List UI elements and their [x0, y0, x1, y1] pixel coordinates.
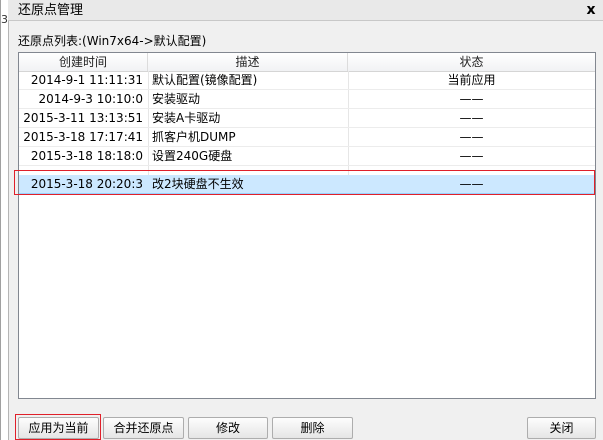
cell-time: 2014-9-3 10:10:0: [38, 92, 143, 106]
cell-description: 抓客户机DUMP: [152, 130, 236, 144]
column-header-status[interactable]: 状态: [348, 53, 595, 71]
cell-status: ——: [459, 130, 484, 144]
close-icon[interactable]: x: [582, 1, 600, 19]
cell-description: 安装A卡驱动: [152, 111, 221, 125]
cell-description: 改2块硬盘不生效: [152, 177, 244, 191]
cell-status: ——: [459, 149, 484, 163]
cell-description: 设置240G硬盘: [152, 149, 233, 163]
edge-mark: 3: [1, 13, 8, 26]
left-window-edge: 3: [1, 0, 9, 440]
restore-point-list[interactable]: 创建时间 描述 状态 2014-9-1 11:11:31 默认配置(镜像配置) …: [18, 52, 596, 399]
apply-as-current-button[interactable]: 应用为当前: [18, 417, 99, 439]
cell-time: 2015-3-18 17:17:41: [23, 130, 143, 144]
list-caption: 还原点列表:(Win7x64->默认配置): [18, 34, 207, 48]
merge-restore-points-button[interactable]: 合并还原点: [103, 417, 184, 439]
table-row[interactable]: 2015-3-18 18:18:0 设置240G硬盘 ——: [19, 147, 595, 166]
table-row[interactable]: 2015-3-11 13:13:51 安装A卡驱动 ——: [19, 109, 595, 128]
list-header: 创建时间 描述 状态: [19, 53, 595, 72]
delete-button[interactable]: 删除: [272, 417, 353, 439]
table-row[interactable]: 2014-9-3 10:10:0 安装驱动 ——: [19, 90, 595, 109]
cell-description: 安装驱动: [152, 92, 201, 106]
title-bar[interactable]: 还原点管理 x: [8, 0, 603, 21]
cell-status: 当前应用: [447, 73, 496, 87]
cell-status: ——: [459, 92, 484, 106]
restore-point-dialog: 3 还原点管理 x 还原点列表:(Win7x64->默认配置) 创建时间 描述 …: [0, 0, 603, 440]
cell-time: 2015-3-11 13:13:51: [23, 111, 143, 125]
cell-time: 2015-3-18 18:18:0: [30, 149, 143, 163]
column-header-time[interactable]: 创建时间: [19, 53, 148, 71]
column-header-description[interactable]: 描述: [148, 53, 348, 71]
edit-button[interactable]: 修改: [188, 417, 268, 439]
cell-time: 2014-9-1 11:11:31: [30, 73, 143, 87]
cell-time: 2015-3-18 20:20:3: [30, 177, 143, 191]
table-row[interactable]: 2015-3-18 17:17:41 抓客户机DUMP ——: [19, 128, 595, 147]
cell-description: 默认配置(镜像配置): [152, 73, 258, 87]
close-button[interactable]: 关闭: [527, 417, 596, 439]
table-row-selected[interactable]: 2015-3-18 20:20:3 改2块硬盘不生效 ——: [19, 175, 595, 194]
table-row[interactable]: 2014-9-1 11:11:31 默认配置(镜像配置) 当前应用: [19, 71, 595, 90]
cell-status: ——: [459, 111, 484, 125]
cell-status: ——: [459, 177, 484, 191]
window-title: 还原点管理: [18, 3, 84, 18]
